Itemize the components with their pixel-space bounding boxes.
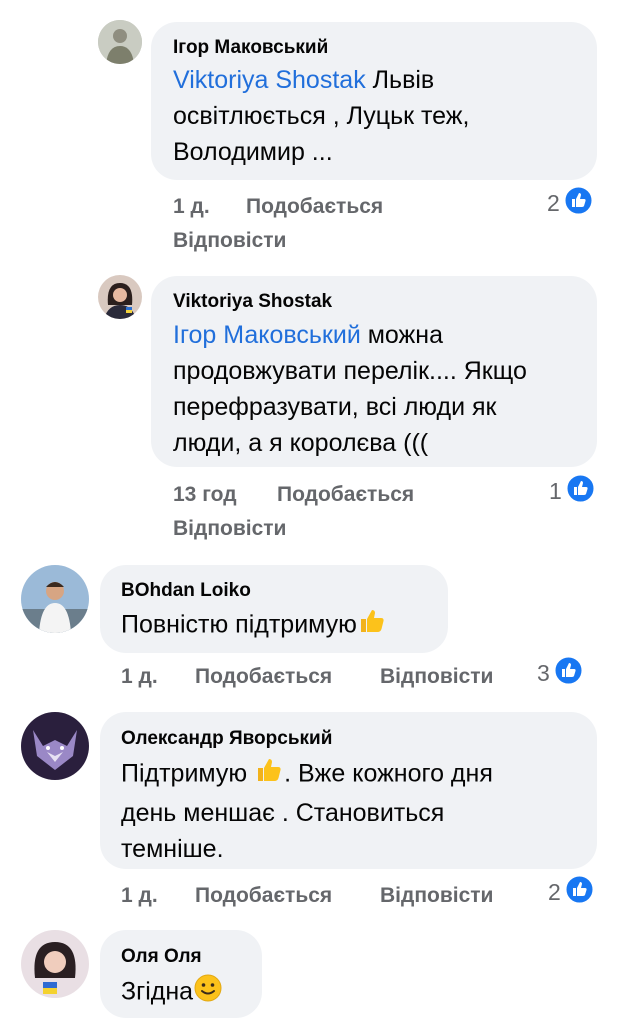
comment-time[interactable]: 1 д. xyxy=(173,195,210,219)
reaction-summary[interactable]: 1 xyxy=(549,473,596,509)
avatar[interactable] xyxy=(21,712,89,780)
smiling-face-emoji-icon xyxy=(193,973,223,1013)
comment-text-part: Підтримую xyxy=(121,759,255,788)
mention-link[interactable]: Viktoriya Shostak xyxy=(173,66,366,94)
reaction-count: 1 xyxy=(549,477,562,504)
avatar-photo-icon xyxy=(98,275,142,319)
comment-text-line: люди, а я королєва ((( xyxy=(173,429,429,457)
comment-text-part: Повністю підтримую xyxy=(121,610,357,639)
avatar-photo-icon xyxy=(98,20,142,64)
reaction-summary[interactable]: 3 xyxy=(537,655,584,691)
like-icon xyxy=(553,655,584,691)
avatar[interactable] xyxy=(21,565,89,633)
comment-text-part: Згідна xyxy=(121,977,194,1006)
wolf-avatar-icon xyxy=(21,712,89,780)
like-button[interactable]: Подобається xyxy=(195,884,332,908)
reply-button[interactable]: Відповісти xyxy=(173,517,286,541)
like-icon xyxy=(563,185,594,221)
reaction-count: 2 xyxy=(548,878,561,905)
mention-link[interactable]: Ігор Маковський xyxy=(173,321,361,349)
comment-time[interactable]: 13 год xyxy=(173,483,237,507)
like-button[interactable]: Подобається xyxy=(277,483,414,507)
comment-text: Повністю підтримую xyxy=(121,606,441,646)
comment-author[interactable]: Viktoriya Shostak xyxy=(173,291,332,313)
avatar[interactable] xyxy=(98,20,142,64)
comment-text-line: темніше. xyxy=(121,835,224,863)
comment-text-part: . Вже кожного дня xyxy=(284,759,493,788)
reaction-count: 3 xyxy=(537,659,550,686)
avatar-photo-icon xyxy=(21,930,89,998)
comment-text-line: Володимир ... xyxy=(173,138,333,166)
thumbs-up-emoji-icon xyxy=(254,755,284,795)
comment-text-line: продовжувати перелік.... Якщо xyxy=(173,357,527,385)
comment-text-part: Львів xyxy=(365,66,435,94)
comment-author[interactable]: Ігор Маковський xyxy=(173,37,328,59)
reaction-summary[interactable]: 2 xyxy=(548,874,595,910)
comment-text-part: можна xyxy=(360,321,443,349)
comment-text-line: освітлюється , Луцьк теж, xyxy=(173,102,470,130)
reply-button[interactable]: Відповісти xyxy=(380,884,493,908)
like-button[interactable]: Подобається xyxy=(195,665,332,689)
comment-time[interactable]: 1 д. xyxy=(121,665,158,689)
comment-time[interactable]: 1 д. xyxy=(121,884,158,908)
avatar[interactable] xyxy=(21,930,89,998)
comment-text: Ігор Маковський можна продовжувати перел… xyxy=(173,317,593,461)
comment-author[interactable]: BOhdan Loiko xyxy=(121,580,251,602)
avatar-photo-icon xyxy=(21,565,89,633)
like-icon xyxy=(564,874,595,910)
avatar[interactable] xyxy=(98,275,142,319)
comment-author[interactable]: Оля Оля xyxy=(121,946,202,968)
reply-button[interactable]: Відповісти xyxy=(380,665,493,689)
comment-text-line: день меншає . Становиться xyxy=(121,799,445,827)
reaction-summary[interactable]: 2 xyxy=(547,185,594,221)
comment-author[interactable]: Олександр Яворський xyxy=(121,728,332,750)
comment-text-line: перефразувати, всі люди як xyxy=(173,393,497,421)
comment-text: Viktoriya Shostak Львів освітлюється , Л… xyxy=(173,62,593,170)
comment-text: Згідна xyxy=(121,973,261,1013)
reply-button[interactable]: Відповісти xyxy=(173,229,286,253)
like-button[interactable]: Подобається xyxy=(246,195,383,219)
comment-text: Підтримую . Вже кожного дня день меншає … xyxy=(121,755,591,867)
like-icon xyxy=(565,473,596,509)
reaction-count: 2 xyxy=(547,189,560,216)
thumbs-up-emoji-icon xyxy=(357,606,387,646)
